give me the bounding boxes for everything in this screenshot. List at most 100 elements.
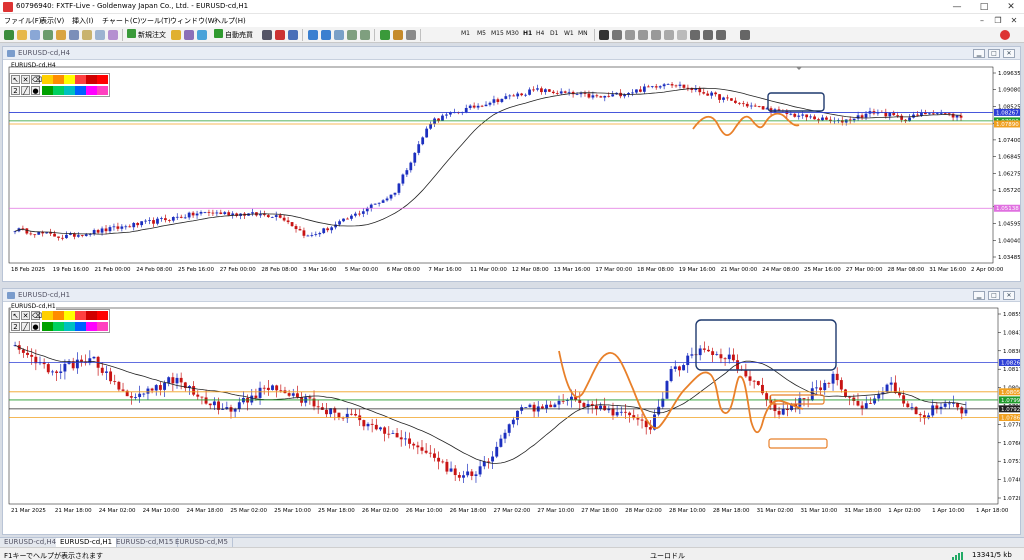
signals-icon[interactable] bbox=[197, 30, 207, 40]
horizontal-line-icon[interactable] bbox=[638, 30, 648, 40]
palette-color-swatch[interactable] bbox=[86, 75, 97, 84]
zoom-in-icon[interactable] bbox=[308, 30, 318, 40]
timeframe-m1[interactable]: M1 bbox=[461, 30, 470, 37]
palette-pen-icon[interactable]: ╱ bbox=[21, 86, 30, 95]
palette-eraser-icon[interactable]: ⌫ bbox=[31, 75, 42, 84]
mdi-restore-button[interactable]: ❐ bbox=[992, 15, 1004, 26]
palette-color-swatch[interactable] bbox=[75, 322, 86, 331]
palette-color-swatch[interactable] bbox=[86, 322, 97, 331]
tile-windows-icon[interactable] bbox=[334, 30, 344, 40]
palette-color-swatch[interactable] bbox=[42, 75, 53, 84]
new-order-button[interactable]: 新規注文 bbox=[127, 29, 166, 41]
channel-icon[interactable] bbox=[664, 30, 674, 40]
palette-color-swatch[interactable] bbox=[53, 311, 64, 320]
minimize-button[interactable]: — bbox=[944, 0, 970, 14]
chart-h4-minimize-button[interactable]: ▁ bbox=[973, 49, 985, 58]
templates-icon[interactable] bbox=[406, 30, 416, 40]
palette-color-swatch[interactable] bbox=[86, 86, 97, 95]
menu-chart[interactable]: チャート(C) bbox=[102, 16, 140, 26]
timeframe-h1[interactable]: H1 bbox=[523, 30, 532, 37]
crosshair-icon[interactable] bbox=[612, 30, 622, 40]
terminal-icon[interactable] bbox=[69, 30, 79, 40]
chart-shift-icon[interactable] bbox=[347, 30, 357, 40]
chart-window-h1[interactable]: EURUSD-cd,H1 ▁ □ ✕ 1.08555 1.08430 1.08300… bbox=[2, 288, 1021, 535]
palette-color-swatch[interactable] bbox=[75, 75, 86, 84]
palette-color-swatch[interactable] bbox=[97, 75, 108, 84]
data-window-icon[interactable] bbox=[43, 30, 53, 40]
palette-cursor-icon[interactable]: ↖ bbox=[11, 311, 20, 320]
candlestick-icon[interactable] bbox=[275, 30, 285, 40]
maximize-button[interactable]: □ bbox=[971, 0, 997, 14]
h1-price-chart[interactable]: 1.085551.084301.083001.081701.080451.079… bbox=[3, 303, 1020, 534]
chart-h4-close-button[interactable]: ✕ bbox=[1003, 49, 1015, 58]
menu-file[interactable]: ファイル(F) bbox=[4, 16, 42, 26]
fibonacci-icon[interactable] bbox=[677, 30, 687, 40]
palette-color-swatch[interactable] bbox=[97, 86, 108, 95]
new-chart-icon[interactable] bbox=[4, 30, 14, 40]
chart-h1-maximize-button[interactable]: □ bbox=[988, 291, 1000, 300]
history-center-icon[interactable] bbox=[95, 30, 105, 40]
timeframe-w1[interactable]: W1 bbox=[564, 30, 574, 37]
palette-color-swatch[interactable] bbox=[53, 322, 64, 331]
timeframe-d1[interactable]: D1 bbox=[550, 30, 558, 37]
bar-chart-icon[interactable] bbox=[262, 30, 272, 40]
market-watch-icon[interactable] bbox=[30, 30, 40, 40]
mdi-minimize-button[interactable]: – bbox=[976, 15, 988, 26]
palette-color-swatch[interactable] bbox=[64, 75, 75, 84]
palette-pen-icon[interactable]: ╱ bbox=[21, 322, 30, 331]
palette-close-icon[interactable]: ✕ bbox=[21, 75, 30, 84]
palette-color-swatch[interactable] bbox=[64, 322, 75, 331]
timeframe-mn[interactable]: MN bbox=[578, 30, 588, 37]
palette-width-icon[interactable]: 2 bbox=[11, 86, 20, 95]
autoscroll-icon[interactable] bbox=[360, 30, 370, 40]
palette-cursor-icon[interactable]: ↖ bbox=[11, 75, 20, 84]
palette-color-swatch[interactable] bbox=[64, 311, 75, 320]
palette-color-swatch[interactable] bbox=[42, 86, 53, 95]
chart-window-h4[interactable]: EURUSD-cd,H4 ▁ □ ✕ 1.09635 1.09080 1.08525… bbox=[2, 46, 1021, 282]
palette-color-swatch[interactable] bbox=[86, 311, 97, 320]
chart-h1-close-button[interactable]: ✕ bbox=[1003, 291, 1015, 300]
menu-tools[interactable]: ツール(T) bbox=[140, 16, 171, 26]
h4-price-chart[interactable]: 1.096351.090801.085251.079551.074001.068… bbox=[3, 61, 1020, 281]
close-button[interactable]: ✕ bbox=[998, 0, 1024, 14]
search-icon[interactable] bbox=[1000, 30, 1010, 40]
menu-window[interactable]: ウィンドウ(W) bbox=[170, 16, 217, 26]
text-label-icon[interactable] bbox=[703, 30, 713, 40]
chart-h1-minimize-button[interactable]: ▁ bbox=[973, 291, 985, 300]
menu-insert[interactable]: 挿入(I) bbox=[72, 16, 94, 26]
menu-view[interactable]: 表示(V) bbox=[40, 16, 64, 26]
palette-color-swatch[interactable] bbox=[75, 86, 86, 95]
palette-close-icon[interactable]: ✕ bbox=[21, 311, 30, 320]
indicators-icon[interactable] bbox=[380, 30, 390, 40]
chart-window-h4-titlebar[interactable]: EURUSD-cd,H4 ▁ □ ✕ bbox=[3, 47, 1020, 60]
line-chart-icon[interactable] bbox=[288, 30, 298, 40]
expert-icon[interactable] bbox=[184, 30, 194, 40]
palette-color-swatch[interactable] bbox=[53, 86, 64, 95]
palette-color-swatch[interactable] bbox=[64, 86, 75, 95]
profiles-icon[interactable] bbox=[17, 30, 27, 40]
palette-width-icon[interactable]: 2 bbox=[11, 322, 20, 331]
palette-eraser-icon[interactable]: ⌫ bbox=[31, 311, 42, 320]
timeframe-h4[interactable]: H4 bbox=[536, 30, 544, 37]
timeframe-m5[interactable]: M5 bbox=[477, 30, 486, 37]
editor-icon[interactable] bbox=[108, 30, 118, 40]
drawing-tools-menu-icon[interactable] bbox=[740, 30, 750, 40]
palette-color-swatch[interactable] bbox=[53, 75, 64, 84]
palette-color-swatch[interactable] bbox=[97, 322, 108, 331]
periods-icon[interactable] bbox=[393, 30, 403, 40]
timeframe-m15[interactable]: M15 bbox=[491, 30, 504, 37]
zoom-out-icon[interactable] bbox=[321, 30, 331, 40]
chart-window-h1-titlebar[interactable]: EURUSD-cd,H1 ▁ □ ✕ bbox=[3, 289, 1020, 302]
navigator-icon[interactable] bbox=[56, 30, 66, 40]
palette-color-swatch[interactable] bbox=[42, 311, 53, 320]
palette-color-swatch[interactable] bbox=[42, 322, 53, 331]
text-tool-icon[interactable] bbox=[690, 30, 700, 40]
strategy-tester-icon[interactable] bbox=[82, 30, 92, 40]
cursor-icon[interactable] bbox=[599, 30, 609, 40]
arrows-icon[interactable] bbox=[716, 30, 726, 40]
palette-dot-icon[interactable]: ● bbox=[31, 322, 40, 331]
trendline-icon[interactable] bbox=[651, 30, 661, 40]
mdi-close-button[interactable]: ✕ bbox=[1008, 15, 1020, 26]
chart-h4-maximize-button[interactable]: □ bbox=[988, 49, 1000, 58]
palette-dot-icon[interactable]: ● bbox=[31, 86, 40, 95]
